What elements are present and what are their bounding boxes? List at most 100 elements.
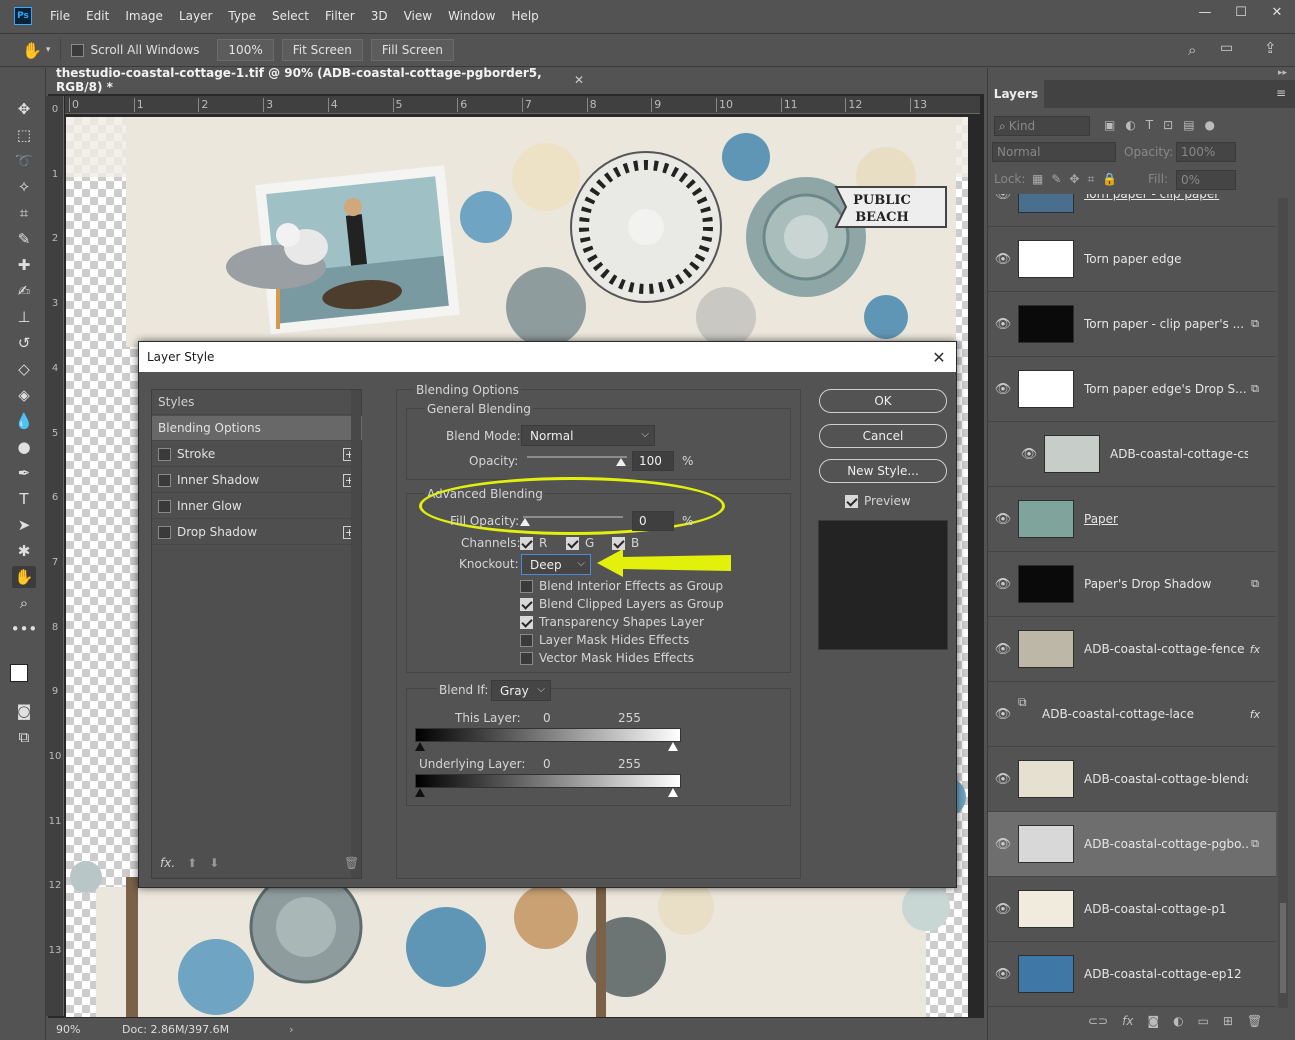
- blend-if-select[interactable]: Gray ⌵: [491, 680, 551, 701]
- scroll-all-windows-checkbox[interactable]: [71, 43, 85, 57]
- visibility-eye-icon[interactable]: 👁: [988, 967, 1018, 982]
- type-tool-icon[interactable]: T: [12, 488, 36, 510]
- layer-thumbnail[interactable]: [1018, 955, 1074, 993]
- visibility-eye-icon[interactable]: 👁: [1014, 447, 1044, 462]
- layer-thumbnail[interactable]: [1018, 500, 1074, 538]
- paint-bucket-tool-icon[interactable]: ◈: [12, 384, 36, 406]
- hand-tool-icon[interactable]: ✋: [22, 41, 42, 60]
- visibility-eye-icon[interactable]: 👁: [988, 707, 1018, 722]
- layers-scrollbar[interactable]: [1278, 198, 1288, 1008]
- delete-layer-icon[interactable]: 🗑: [1247, 1014, 1262, 1034]
- layer-name[interactable]: ADB-coastal-cottage-fence: [1084, 642, 1248, 656]
- blend-clipped-layers-checkbox[interactable]: [520, 597, 533, 611]
- path-selection-tool-icon[interactable]: ➤: [12, 514, 36, 536]
- marquee-tool-icon[interactable]: ⬚: [12, 124, 36, 146]
- blend-mode-select[interactable]: Normal ⌵: [521, 425, 655, 446]
- hand-tool-icon[interactable]: ✋: [12, 566, 36, 588]
- layer-row[interactable]: 👁 ADB-coastal-cottage-pgbo... ⧉: [988, 812, 1276, 877]
- zoom-100-button[interactable]: 100%: [217, 39, 274, 61]
- ok-button[interactable]: OK: [819, 389, 947, 413]
- visibility-eye-icon[interactable]: 👁: [988, 837, 1018, 852]
- layer-name[interactable]: ADB-coastal-cottage-lace: [1042, 707, 1248, 721]
- quick-mask-icon[interactable]: ◙: [12, 700, 36, 722]
- visibility-eye-icon[interactable]: 👁: [988, 252, 1018, 267]
- layer-name[interactable]: Torn paper edge's Drop S...: [1084, 382, 1248, 396]
- tool-preset-chevron-icon[interactable]: ▾: [46, 45, 51, 55]
- new-style-button[interactable]: New Style...: [819, 459, 947, 483]
- healing-brush-tool-icon[interactable]: ✚: [12, 254, 36, 276]
- layer-thumbnail[interactable]: [1018, 630, 1074, 668]
- menu-file[interactable]: File: [42, 9, 78, 23]
- workspace-icon[interactable]: ▭: [1220, 40, 1233, 56]
- zoom-tool-icon[interactable]: ⌕: [12, 592, 36, 614]
- layer-thumbnail[interactable]: [1018, 240, 1074, 278]
- layer-thumbnail[interactable]: [1018, 825, 1074, 863]
- layer-thumbnail[interactable]: [1044, 435, 1100, 473]
- fill-screen-button[interactable]: Fill Screen: [370, 39, 454, 61]
- link-layers-icon[interactable]: ⊂⊃: [1088, 1014, 1108, 1034]
- opacity-slider-track[interactable]: [527, 456, 627, 458]
- fill-opacity-slider-track[interactable]: [523, 516, 623, 518]
- screen-mode-icon[interactable]: ⧉: [12, 726, 36, 748]
- menu-filter[interactable]: Filter: [317, 9, 363, 23]
- visibility-eye-icon[interactable]: 👁: [988, 317, 1018, 332]
- layer-name[interactable]: ADB-coastal-cottage-ep12: [1084, 967, 1248, 981]
- layer-row[interactable]: 👁 ADB-coastal-cottage-ep12: [988, 942, 1276, 1007]
- style-inner-glow[interactable]: Inner Glow: [152, 494, 362, 519]
- blend-clipped-layers-row[interactable]: Blend Clipped Layers as Group: [520, 597, 724, 611]
- collapse-panel-icon[interactable]: ▸▸: [1278, 68, 1287, 78]
- new-layer-icon[interactable]: ⊞: [1223, 1014, 1233, 1034]
- menu-edit[interactable]: Edit: [78, 9, 117, 23]
- inner-shadow-checkbox[interactable]: [158, 473, 171, 487]
- layer-thumbnail[interactable]: [1018, 194, 1074, 213]
- visibility-eye-icon[interactable]: 👁: [988, 577, 1018, 592]
- layer-thumbnail[interactable]: [1018, 565, 1074, 603]
- layer-name[interactable]: Paper: [1084, 512, 1248, 526]
- layer-row[interactable]: 👁 ADB-coastal-cottage-blendabl...: [988, 747, 1276, 812]
- visibility-eye-icon[interactable]: 👁: [988, 382, 1018, 397]
- style-blending-options[interactable]: Blending Options: [152, 416, 362, 441]
- new-group-icon[interactable]: ▭: [1198, 1014, 1209, 1034]
- layer-name[interactable]: ADB-coastal-cottage-cs5: [1110, 447, 1248, 461]
- foreground-color-swatch[interactable]: [10, 664, 28, 682]
- visibility-eye-icon[interactable]: 👁: [988, 512, 1018, 527]
- stroke-checkbox[interactable]: [158, 447, 171, 461]
- transparency-shapes-layer-checkbox[interactable]: [520, 615, 533, 629]
- layer-thumbnail[interactable]: [1018, 890, 1074, 928]
- status-menu-chevron-icon[interactable]: ›: [289, 1023, 293, 1036]
- layer-name[interactable]: Torn paper - clip paper's ...: [1084, 317, 1248, 331]
- style-inner-shadow[interactable]: Inner Shadow +: [152, 468, 362, 493]
- layer-thumbnail[interactable]: [1018, 760, 1074, 798]
- layer-mask-hides-effects-row[interactable]: Layer Mask Hides Effects: [520, 633, 689, 647]
- more-tools-icon[interactable]: •••: [11, 618, 38, 640]
- minimize-icon[interactable]: —: [1187, 0, 1223, 24]
- layer-name[interactable]: ADB-coastal-cottage-blendabl...: [1084, 772, 1248, 786]
- layer-row[interactable]: 👁 Paper's Drop Shadow ⧉: [988, 552, 1276, 617]
- menu-help[interactable]: Help: [503, 9, 546, 23]
- inner-glow-checkbox[interactable]: [158, 499, 171, 513]
- share-icon[interactable]: ⇪: [1264, 39, 1277, 57]
- styles-header[interactable]: Styles: [152, 390, 362, 415]
- channel-g-checkbox[interactable]: [566, 536, 579, 550]
- fill-opacity-slider-thumb[interactable]: [520, 518, 530, 526]
- blur-tool-icon[interactable]: 💧: [12, 410, 36, 432]
- styles-list-scrollbar[interactable]: [351, 390, 361, 878]
- add-mask-icon[interactable]: ◙: [1147, 1014, 1159, 1034]
- fx-menu-icon[interactable]: fx.: [160, 856, 175, 870]
- layer-row[interactable]: 👁 Torn paper edge: [988, 227, 1276, 292]
- opacity-slider-thumb[interactable]: [616, 458, 626, 466]
- layer-opacity-input[interactable]: 100%: [1176, 142, 1236, 162]
- knockout-select[interactable]: Deep ⌵: [521, 554, 591, 575]
- this-layer-black-slider[interactable]: [415, 742, 425, 751]
- cancel-button[interactable]: Cancel: [819, 424, 947, 448]
- pen-tool-icon[interactable]: ✒: [12, 462, 36, 484]
- crop-tool-icon[interactable]: ⌗: [12, 202, 36, 224]
- search-icon[interactable]: ⌕: [1188, 41, 1196, 59]
- clone-stamp-tool-icon[interactable]: ⊥: [12, 306, 36, 328]
- layer-row[interactable]: 👁 ADB-coastal-cottage-fence fx: [988, 617, 1276, 682]
- history-brush-tool-icon[interactable]: ↺: [12, 332, 36, 354]
- filter-kind-select[interactable]: ⌕ Kind: [994, 116, 1090, 136]
- layer-name[interactable]: Paper's Drop Shadow: [1084, 577, 1248, 591]
- underlying-layer-black-slider[interactable]: [415, 788, 425, 797]
- layer-row[interactable]: 👁 Paper: [988, 487, 1276, 552]
